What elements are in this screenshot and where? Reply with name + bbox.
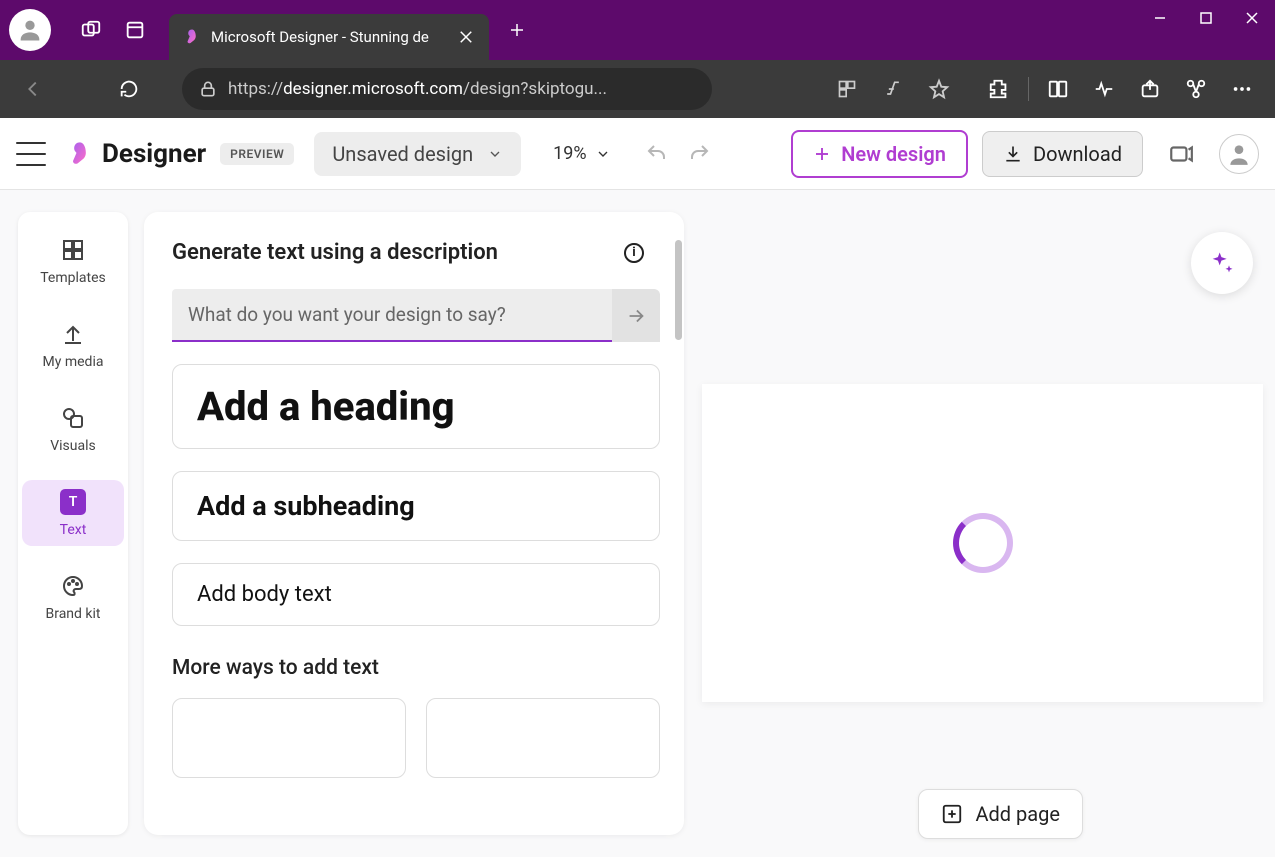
panel-title: Generate text using a description <box>172 240 498 265</box>
refresh-button[interactable] <box>108 68 150 110</box>
ai-sparkle-button[interactable] <box>1191 232 1253 294</box>
upload-icon <box>59 320 87 348</box>
download-icon <box>1003 144 1023 164</box>
tab-title: Microsoft Designer - Stunning de <box>211 28 447 46</box>
preview-badge: PREVIEW <box>220 143 294 165</box>
text-icon: T <box>59 488 87 516</box>
maximize-button[interactable] <box>1183 0 1229 36</box>
left-rail: Templates My media Visuals T Text Brand … <box>18 212 128 835</box>
add-heading-button[interactable]: Add a heading <box>172 364 660 449</box>
close-tab-icon[interactable] <box>457 28 475 46</box>
rail-text[interactable]: T Text <box>22 480 124 546</box>
rail-my-media[interactable]: My media <box>22 312 124 378</box>
app-mode-icon[interactable] <box>826 68 868 110</box>
toolbar-divider <box>1028 77 1029 101</box>
app-window: Designer PREVIEW Unsaved design 19% New … <box>0 118 1275 857</box>
chevron-down-icon <box>487 146 503 162</box>
visuals-icon <box>59 404 87 432</box>
copilot-icon[interactable] <box>1163 136 1199 172</box>
palette-icon <box>59 572 87 600</box>
panel-scrollbar[interactable] <box>675 240 682 340</box>
designer-logo-icon <box>66 140 94 168</box>
sparkle-icon <box>1208 249 1236 277</box>
favorite-icon[interactable] <box>918 68 960 110</box>
panel-title-row: Generate text using a description i <box>172 240 660 265</box>
more-icon[interactable] <box>1221 68 1263 110</box>
add-body-text-button[interactable]: Add body text <box>172 563 660 626</box>
health-icon[interactable] <box>1083 68 1125 110</box>
app-header: Designer PREVIEW Unsaved design 19% New … <box>0 118 1275 190</box>
user-avatar[interactable] <box>1219 134 1259 174</box>
collections-icon[interactable] <box>1175 68 1217 110</box>
address-bar[interactable]: https://designer.microsoft.com/design?sk… <box>182 68 712 110</box>
rail-brand-kit[interactable]: Brand kit <box>22 564 124 630</box>
lock-icon <box>198 79 218 99</box>
more-ways-heading: More ways to add text <box>172 656 660 680</box>
profile-avatar[interactable] <box>9 9 51 51</box>
browser-toolbar: https://designer.microsoft.com/design?sk… <box>0 60 1275 118</box>
menu-button[interactable] <box>16 142 46 166</box>
extensions-icon[interactable] <box>978 68 1020 110</box>
text-panel: Generate text using a description i Add … <box>144 212 684 835</box>
designer-logo-group[interactable]: Designer <box>66 139 206 169</box>
url-text: https://designer.microsoft.com/design?sk… <box>228 79 696 99</box>
split-screen-icon[interactable] <box>1037 68 1079 110</box>
new-tab-button[interactable] <box>495 8 539 52</box>
read-aloud-icon[interactable] <box>872 68 914 110</box>
more-text-tile-2[interactable] <box>426 698 660 778</box>
window-controls <box>1137 0 1275 36</box>
design-name-dropdown[interactable]: Unsaved design <box>314 132 521 176</box>
share-icon[interactable] <box>1129 68 1171 110</box>
generate-text-input[interactable] <box>172 289 612 342</box>
app-name: Designer <box>102 139 206 169</box>
browser-tab-strip: Microsoft Designer - Stunning de <box>0 0 1275 60</box>
undo-button[interactable] <box>639 136 675 172</box>
redo-button[interactable] <box>681 136 717 172</box>
rail-visuals[interactable]: Visuals <box>22 396 124 462</box>
zoom-dropdown[interactable]: 19% <box>553 143 610 164</box>
app-body: Templates My media Visuals T Text Brand … <box>0 190 1275 857</box>
back-button[interactable] <box>12 68 54 110</box>
plus-box-icon <box>941 803 963 825</box>
download-button[interactable]: Download <box>982 131 1143 177</box>
new-design-button[interactable]: New design <box>791 130 968 178</box>
plus-icon <box>813 145 831 163</box>
design-canvas[interactable] <box>702 384 1263 702</box>
minimize-button[interactable] <box>1137 0 1183 36</box>
person-icon <box>16 16 44 44</box>
zoom-value: 19% <box>553 143 586 164</box>
browser-tab-active[interactable]: Microsoft Designer - Stunning de <box>169 14 489 60</box>
info-icon[interactable]: i <box>624 243 644 263</box>
canvas-area: Add page <box>702 212 1263 835</box>
chevron-down-icon <box>595 146 611 162</box>
templates-icon <box>59 236 87 264</box>
close-window-button[interactable] <box>1229 0 1275 36</box>
rail-templates[interactable]: Templates <box>22 228 124 294</box>
arrow-right-icon <box>625 305 647 327</box>
add-page-button[interactable]: Add page <box>918 789 1083 839</box>
add-subheading-button[interactable]: Add a subheading <box>172 471 660 541</box>
workspaces-icon[interactable] <box>69 8 113 52</box>
loading-spinner <box>953 513 1013 573</box>
generate-submit-button[interactable] <box>612 289 660 342</box>
tabs-icon[interactable] <box>113 8 157 52</box>
more-text-tile-1[interactable] <box>172 698 406 778</box>
person-icon <box>1226 141 1252 167</box>
design-name: Unsaved design <box>332 142 473 166</box>
designer-favicon-icon <box>183 28 201 46</box>
